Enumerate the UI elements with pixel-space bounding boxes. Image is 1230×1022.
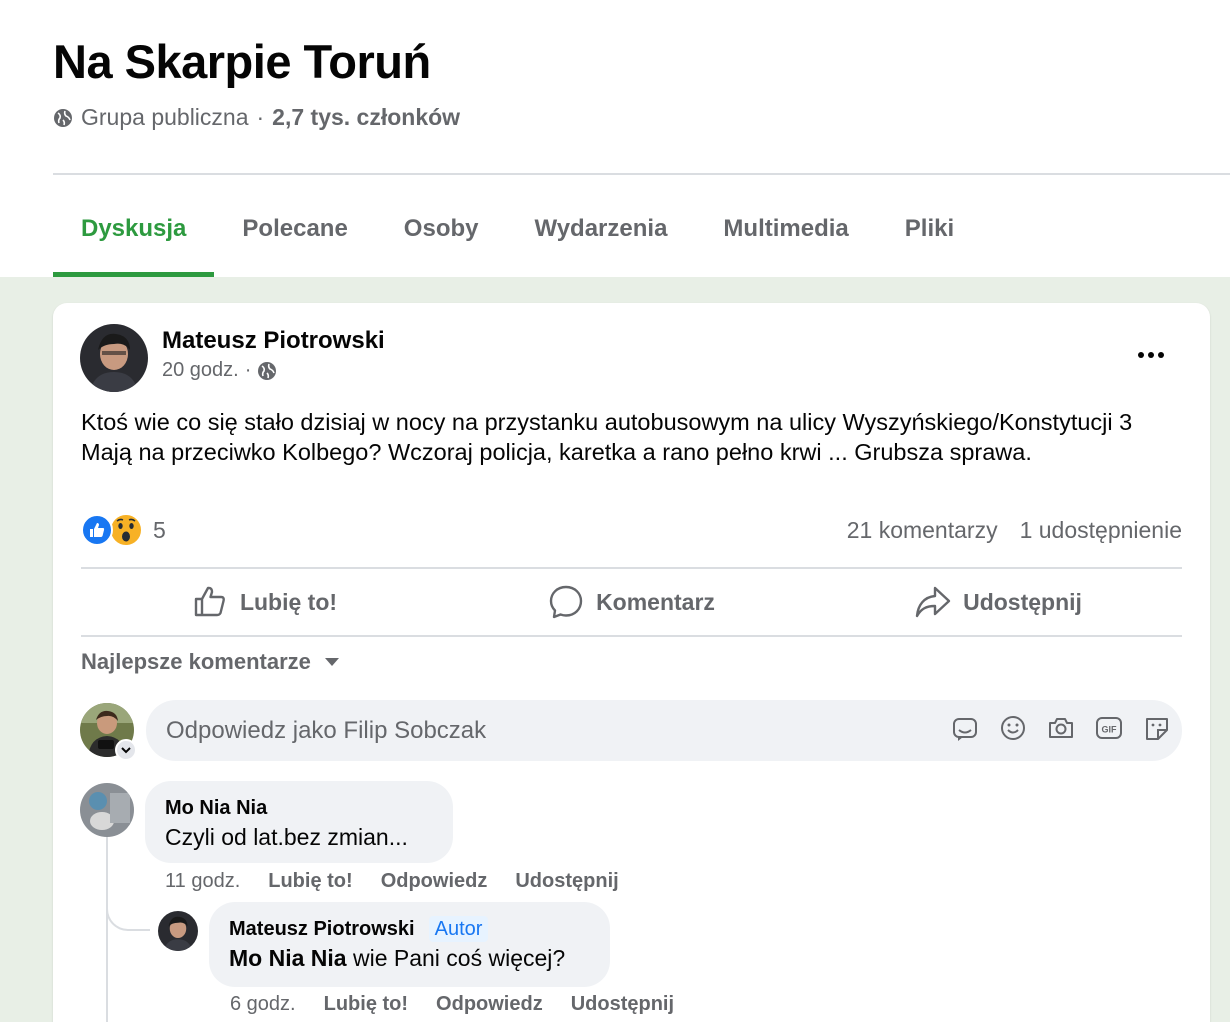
comment-label: Komentarz xyxy=(596,588,715,615)
reaction-count: 5 xyxy=(153,516,166,543)
reply-bubble: Mateusz Piotrowski Autor Mo Nia Nia wie P… xyxy=(209,902,610,987)
mention-link[interactable]: Mo Nia Nia xyxy=(229,945,347,971)
share-label: Udostępnij xyxy=(963,588,1082,615)
reactions-summary[interactable]: 5 xyxy=(81,513,166,547)
group-members[interactable]: 2,7 tys. członków xyxy=(272,104,460,131)
thread-line xyxy=(106,827,108,1022)
comment-text: Czyli od lat.bez zmian... xyxy=(165,824,408,850)
reply-author-line: Mateusz Piotrowski Autor xyxy=(229,916,590,942)
like-button[interactable]: Lubię to! xyxy=(81,569,448,635)
group-header: Na Skarpie Toruń Grupa publiczna · 2,7 t… xyxy=(0,0,1230,277)
commenter-avatar[interactable] xyxy=(80,783,134,837)
reply-reply-button[interactable]: Odpowiedz xyxy=(436,993,543,1016)
reply-time[interactable]: 6 godz. xyxy=(230,993,296,1016)
reply-text: wie Pani coś więcej? xyxy=(346,945,566,971)
reply-box: GIF xyxy=(146,700,1182,761)
reply-text-line: Mo Nia Nia wie Pani coś więcej? xyxy=(229,945,590,972)
group-privacy: Grupa publiczna xyxy=(81,104,249,130)
comment-reply-button[interactable]: Odpowiedz xyxy=(381,870,488,893)
tab-multimedia[interactable]: Multimedia xyxy=(695,180,876,277)
comment-share-button[interactable]: Udostępnij xyxy=(515,870,618,893)
tab-pliki[interactable]: Pliki xyxy=(877,180,982,277)
comment-like-button[interactable]: Lubię to! xyxy=(268,870,352,893)
sticker-icon[interactable] xyxy=(1144,714,1170,742)
post-text: Ktoś wie co się stało dzisiaj w nocy na … xyxy=(81,409,1133,465)
post-author-avatar[interactable] xyxy=(80,324,148,392)
wow-reaction-icon xyxy=(109,513,143,547)
author-badge: Autor xyxy=(428,916,489,942)
tab-wydarzenia[interactable]: Wydarzenia xyxy=(506,180,695,277)
share-icon xyxy=(915,586,951,618)
group-title[interactable]: Na Skarpie Toruń xyxy=(53,34,431,89)
more-options-icon[interactable] xyxy=(1133,341,1169,369)
reply-tools: GIF xyxy=(952,714,1170,742)
comment-time[interactable]: 11 godz. xyxy=(165,870,240,893)
comment-meta: 11 godz. Lubię to! Odpowiedz Udostępnij xyxy=(165,870,619,893)
globe-icon xyxy=(258,361,277,380)
tab-osoby[interactable]: Osoby xyxy=(376,180,507,277)
post-author-name[interactable]: Mateusz Piotrowski xyxy=(162,327,385,355)
comments-sort-dropdown[interactable]: Najlepsze komentarze xyxy=(81,649,339,675)
reply-input[interactable] xyxy=(166,716,926,745)
reply-author[interactable]: Mateusz Piotrowski xyxy=(229,918,415,940)
comment-bubble: Mo Nia Nia Czyli od lat.bez zmian... xyxy=(145,781,453,863)
tab-dyskusja[interactable]: Dyskusja xyxy=(53,180,215,277)
group-meta: Grupa publiczna · 2,7 tys. członków xyxy=(53,104,460,131)
actions-divider-bottom xyxy=(81,635,1182,637)
gif-icon[interactable]: GIF xyxy=(1096,714,1122,742)
tab-polecane[interactable]: Polecane xyxy=(214,180,375,277)
post-actions: Lubię to! Komentarz Udostępnij xyxy=(81,569,1182,635)
group-tabs: Dyskusja Polecane Osoby Wydarzenia Multi… xyxy=(53,180,982,277)
header-divider xyxy=(53,173,1230,175)
comments-count[interactable]: 21 komentarzy xyxy=(847,517,998,544)
emoji-icon[interactable] xyxy=(1000,714,1026,742)
post-meta: 20 godz. · xyxy=(162,359,277,382)
comment-author[interactable]: Mo Nia Nia xyxy=(165,797,433,820)
caret-down-icon xyxy=(324,658,339,666)
reply-meta: 6 godz. Lubię to! Odpowiedz Udostępnij xyxy=(230,993,674,1016)
post-time[interactable]: 20 godz. xyxy=(162,359,239,382)
meta-dot: · xyxy=(244,359,252,381)
like-reaction-icon xyxy=(81,514,113,546)
comment-icon xyxy=(549,585,583,619)
reply-like-button[interactable]: Lubię to! xyxy=(324,993,408,1016)
reply-author-avatar[interactable] xyxy=(158,911,198,951)
post-stats: 21 komentarzy 1 udostępnienie xyxy=(847,517,1182,544)
thread-connector xyxy=(106,887,150,931)
like-label: Lubię to! xyxy=(239,588,338,615)
avatar-sticker-icon[interactable] xyxy=(952,714,978,742)
meta-separator: · xyxy=(256,104,265,130)
globe-icon xyxy=(54,108,72,127)
shares-count[interactable]: 1 udostępnienie xyxy=(1020,517,1182,544)
comment-button[interactable]: Komentarz xyxy=(448,569,815,635)
reply-share-button[interactable]: Udostępnij xyxy=(571,993,674,1016)
comments-sort-label: Najlepsze komentarze xyxy=(81,649,311,674)
share-button[interactable]: Udostępnij xyxy=(815,569,1182,635)
camera-icon[interactable] xyxy=(1048,714,1074,742)
post-card: Mateusz Piotrowski 20 godz. · Ktoś wie c… xyxy=(53,303,1210,1022)
thumbs-up-icon xyxy=(194,586,225,617)
svg-text:GIF: GIF xyxy=(1102,725,1118,735)
account-switch-icon[interactable] xyxy=(115,739,137,761)
